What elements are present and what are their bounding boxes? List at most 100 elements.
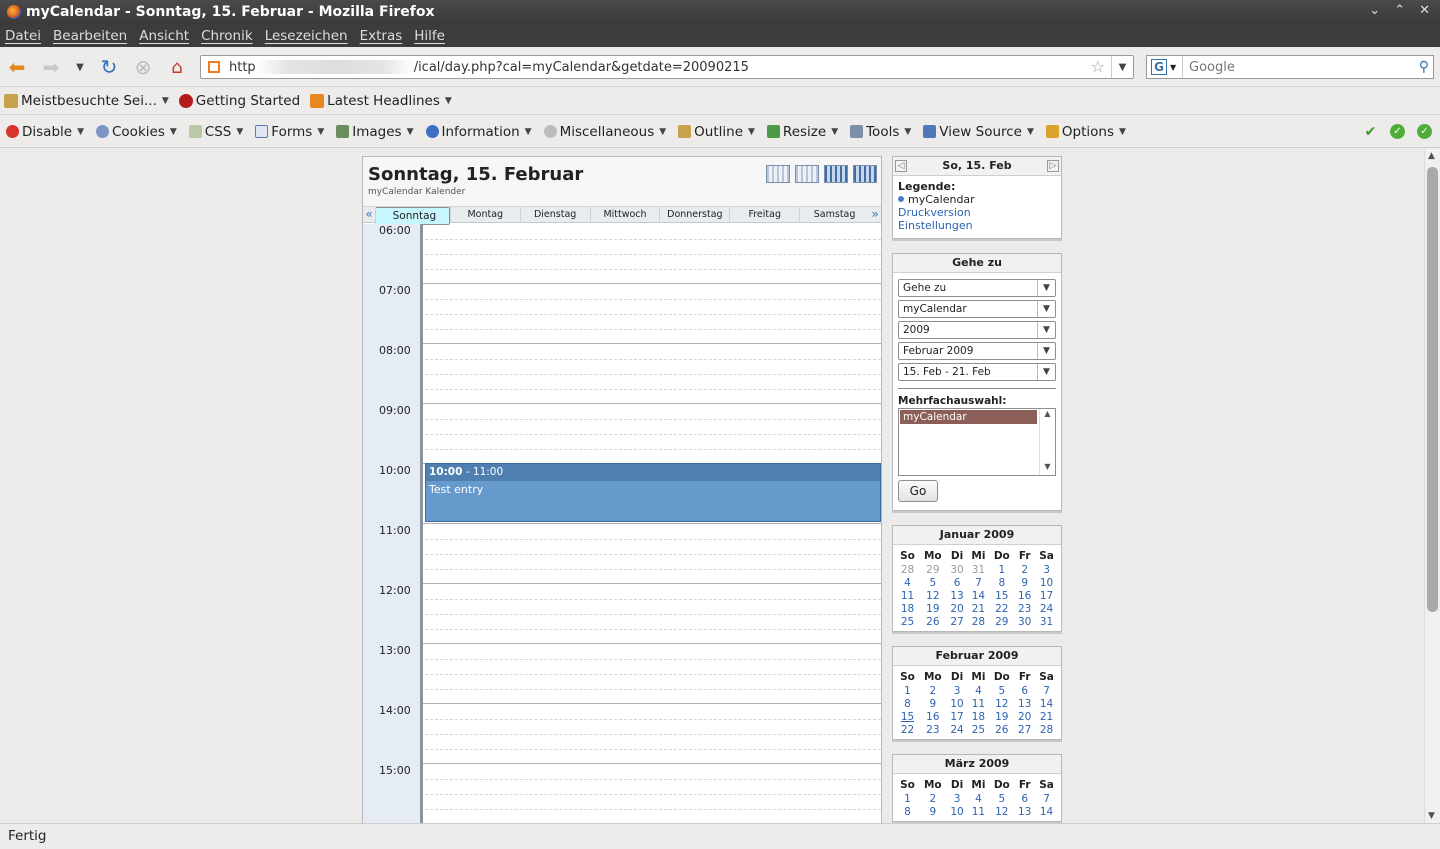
hour-row[interactable]: 14:00	[363, 704, 881, 764]
day-link[interactable]: 9	[1014, 576, 1035, 589]
day-link[interactable]: 20	[947, 602, 968, 615]
calendar-select[interactable]: myCalendar ▼	[898, 300, 1056, 318]
day-link[interactable]: 7	[967, 576, 989, 589]
day-link[interactable]: 15	[896, 710, 919, 723]
day-link[interactable]: 18	[967, 710, 989, 723]
hour-row[interactable]: 06:00	[363, 224, 881, 284]
history-dropdown-icon[interactable]: ▼	[67, 55, 93, 79]
mini-calendar-title[interactable]: Februar 2009	[893, 647, 1061, 666]
prev-week-link[interactable]: «	[363, 207, 375, 222]
week-view-icon[interactable]	[795, 165, 819, 183]
day-link[interactable]: 1	[896, 684, 919, 697]
day-link[interactable]: 10	[1035, 576, 1058, 589]
day-link[interactable]: 18	[896, 602, 919, 615]
hour-row[interactable]: 08:00	[363, 344, 881, 404]
bookmark-star-icon[interactable]: ☆	[1091, 57, 1105, 76]
next-day-icon[interactable]: ▷	[1047, 160, 1059, 172]
day-link[interactable]: 22	[989, 602, 1014, 615]
goto-select[interactable]: Gehe zu ▼	[898, 279, 1056, 297]
menu-datei[interactable]: Datei	[5, 28, 41, 44]
wd-css[interactable]: CSS ▼	[188, 124, 243, 140]
day-link[interactable]: 14	[1035, 805, 1058, 818]
day-link[interactable]: 3	[947, 684, 968, 697]
day-link-friday[interactable]: Freitag	[729, 207, 799, 222]
wd-cookies[interactable]: Cookies ▼	[96, 124, 177, 140]
month-select[interactable]: Februar 2009 ▼	[898, 342, 1056, 360]
day-link[interactable]: 22	[896, 723, 919, 736]
day-link[interactable]: 4	[967, 792, 989, 805]
day-link[interactable]: 2	[919, 684, 947, 697]
calendar-event[interactable]: 10:00 - 11:00 Test entry	[425, 463, 881, 522]
wd-resize[interactable]: Resize ▼	[766, 124, 838, 140]
day-link[interactable]: 30	[947, 563, 968, 576]
day-link[interactable]: 28	[1035, 723, 1058, 736]
day-link[interactable]: 4	[967, 684, 989, 697]
bookmark-most-visited[interactable]: Meistbesuchte Sei... ▼	[4, 93, 169, 109]
day-link[interactable]: 3	[1035, 563, 1058, 576]
prev-day-icon[interactable]: ◁	[895, 160, 907, 172]
day-link[interactable]: 20	[1014, 710, 1035, 723]
wd-disable[interactable]: Disable ▼	[6, 124, 84, 140]
day-link[interactable]: 10	[947, 805, 968, 818]
stop-icon[interactable]: ⊗	[130, 55, 156, 79]
hour-row[interactable]: 13:00	[363, 644, 881, 704]
home-icon[interactable]: ⌂	[164, 55, 190, 79]
wd-information[interactable]: Information ▼	[425, 124, 532, 140]
list-scrollbar[interactable]: ▲ ▼	[1039, 409, 1055, 475]
hour-row[interactable]: 12:00	[363, 584, 881, 644]
url-bar[interactable]: http/ical/day.php?cal=myCalendar&getdate…	[200, 55, 1134, 79]
menu-bearbeiten[interactable]: Bearbeiten	[53, 28, 127, 44]
day-link[interactable]: 17	[947, 710, 968, 723]
day-link[interactable]: 11	[896, 589, 919, 602]
day-link[interactable]: 12	[989, 697, 1014, 710]
day-link[interactable]: 25	[896, 615, 919, 628]
day-view-icon[interactable]	[766, 165, 790, 183]
day-link-sunday[interactable]: Sonntag	[375, 207, 450, 225]
wd-options[interactable]: Options ▼	[1045, 124, 1126, 140]
search-icon[interactable]: ⚲	[1419, 59, 1429, 75]
day-link[interactable]: 31	[1035, 615, 1058, 628]
day-link[interactable]: 7	[1035, 792, 1058, 805]
day-link[interactable]: 25	[967, 723, 989, 736]
day-link[interactable]: 21	[967, 602, 989, 615]
page-scrollbar[interactable]: ▲ ▼	[1424, 149, 1440, 823]
day-link[interactable]: 1	[989, 563, 1014, 576]
print-link[interactable]: Druckversion	[898, 206, 1056, 219]
wd-miscellaneous[interactable]: Miscellaneous ▼	[543, 124, 666, 140]
hour-row[interactable]: 07:00	[363, 284, 881, 344]
day-link[interactable]: 7	[1035, 684, 1058, 697]
day-link[interactable]: 12	[989, 805, 1014, 818]
day-link[interactable]: 30	[1014, 615, 1035, 628]
year-view-icon[interactable]	[853, 165, 877, 183]
hour-row[interactable]: 15:00	[363, 764, 881, 823]
day-link[interactable]: 26	[919, 615, 947, 628]
day-link[interactable]: 27	[1014, 723, 1035, 736]
day-link[interactable]: 14	[967, 589, 989, 602]
wd-view-source[interactable]: View Source ▼	[923, 124, 1034, 140]
hour-row[interactable]: 09:00	[363, 404, 881, 464]
mini-calendar-title[interactable]: März 2009	[893, 755, 1061, 774]
day-link[interactable]: 16	[1014, 589, 1035, 602]
scroll-up-icon[interactable]: ▲	[1428, 151, 1435, 161]
search-engine-selector[interactable]: G ▼	[1147, 56, 1183, 78]
menu-chronik[interactable]: Chronik	[201, 28, 253, 44]
url-dropdown-icon[interactable]: ▼	[1111, 56, 1133, 78]
wd-outline[interactable]: Outline ▼	[678, 124, 755, 140]
back-arrow-icon[interactable]: ⬅	[4, 55, 30, 79]
day-link[interactable]: 13	[1014, 697, 1035, 710]
close-button[interactable]: ✕	[1419, 3, 1430, 18]
day-link-monday[interactable]: Montag	[449, 207, 520, 222]
day-link[interactable]: 28	[967, 615, 989, 628]
bookmark-latest-headlines[interactable]: Latest Headlines ▼	[310, 93, 452, 109]
day-link[interactable]: 5	[919, 576, 947, 589]
day-link[interactable]: 31	[967, 563, 989, 576]
day-link[interactable]: 5	[989, 792, 1014, 805]
day-link[interactable]: 17	[1035, 589, 1058, 602]
day-link[interactable]: 16	[919, 710, 947, 723]
year-select[interactable]: 2009 ▼	[898, 321, 1056, 339]
wd-tools[interactable]: Tools ▼	[850, 124, 911, 140]
next-week-link[interactable]: »	[869, 207, 881, 222]
day-link[interactable]: 5	[989, 684, 1014, 697]
forward-arrow-icon[interactable]: ➡	[38, 55, 64, 79]
day-link[interactable]: 2	[1014, 563, 1035, 576]
